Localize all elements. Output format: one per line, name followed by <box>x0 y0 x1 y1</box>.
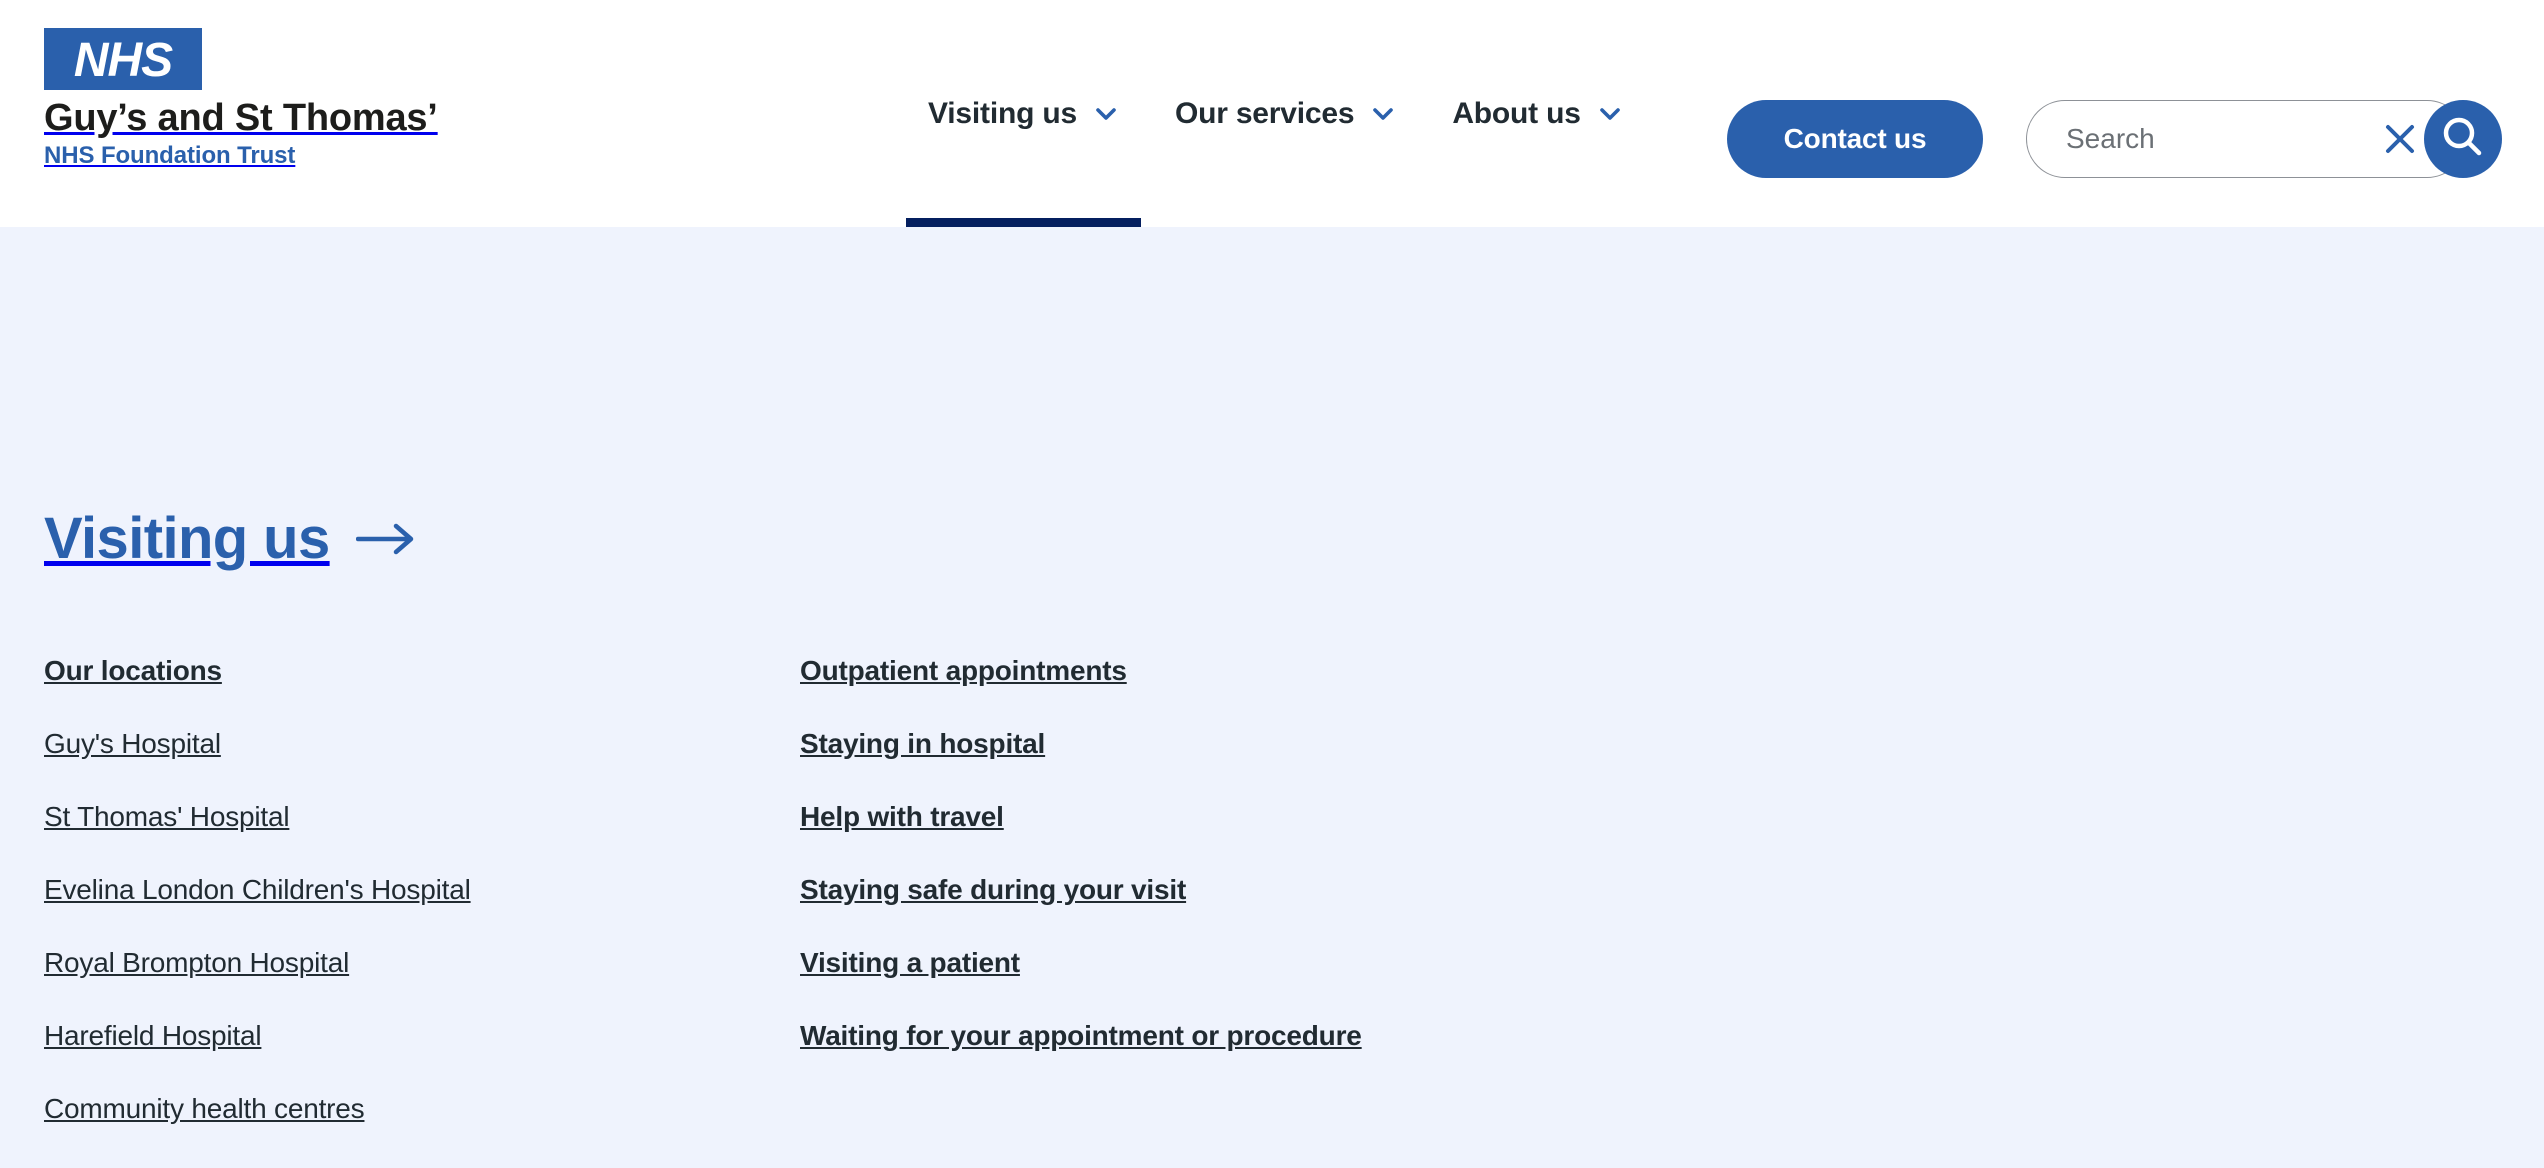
list-item[interactable]: Staying safe during your visit <box>800 876 1700 904</box>
svg-text:NHS: NHS <box>74 34 173 87</box>
search-input[interactable] <box>2064 100 2364 178</box>
nav-item-about-us[interactable]: About us <box>1424 0 1650 227</box>
contact-us-button[interactable]: Contact us <box>1727 100 1983 178</box>
nav-item-label: Our services <box>1175 97 1354 131</box>
nav-item-our-services[interactable]: Our services <box>1147 0 1424 227</box>
list-item[interactable]: Visiting a patient <box>800 949 1700 977</box>
list-item[interactable]: Waiting for your appointment or procedur… <box>800 1022 1700 1050</box>
search-icon[interactable] <box>2424 100 2502 178</box>
search-area <box>2026 100 2496 178</box>
menu-columns: Our locations Guy's Hospital St Thomas' … <box>44 657 2444 1168</box>
page-title: Visiting us <box>44 510 330 568</box>
list-item[interactable]: Harefield Hospital <box>44 1022 800 1050</box>
menu-column-visiting-topics: Outpatient appointments Staying in hospi… <box>800 657 1700 1168</box>
nav-item-visiting-us[interactable]: Visiting us <box>900 0 1147 227</box>
close-icon[interactable] <box>2380 119 2420 159</box>
visiting-us-mega-menu: Visiting us Our locations Guy's Hospital… <box>0 227 2544 970</box>
trust-name: Guy’s and St Thomas’ <box>44 99 514 139</box>
list-item[interactable]: Evelina London Children's Hospital <box>44 876 800 904</box>
list-item[interactable]: Community health centres <box>44 1095 800 1123</box>
nhs-logo-icon: NHS <box>44 28 202 90</box>
list-item[interactable]: Our locations <box>44 657 800 685</box>
list-item[interactable]: Guy's Hospital <box>44 730 800 758</box>
chevron-down-icon <box>1093 101 1119 127</box>
arrow-right-icon <box>356 522 420 556</box>
menu-column-our-locations: Our locations Guy's Hospital St Thomas' … <box>44 657 800 1168</box>
panel-title-link[interactable]: Visiting us <box>44 510 420 568</box>
trust-subtitle: NHS Foundation Trust <box>44 143 514 169</box>
site-header: NHS Guy’s and St Thomas’ NHS Foundation … <box>0 0 2544 227</box>
chevron-down-icon <box>1370 101 1396 127</box>
chevron-down-icon <box>1597 101 1623 127</box>
site-logo-link[interactable]: NHS Guy’s and St Thomas’ NHS Foundation … <box>44 28 514 169</box>
list-item[interactable]: Help with travel <box>800 803 1700 831</box>
list-item[interactable]: Outpatient appointments <box>800 657 1700 685</box>
primary-navigation: Visiting us Our services About us <box>900 0 1651 227</box>
nav-item-label: About us <box>1452 97 1580 131</box>
list-item[interactable]: Royal Brompton Hospital <box>44 949 800 977</box>
list-item[interactable]: Staying in hospital <box>800 730 1700 758</box>
nav-item-label: Visiting us <box>928 97 1077 131</box>
list-item[interactable]: St Thomas' Hospital <box>44 803 800 831</box>
